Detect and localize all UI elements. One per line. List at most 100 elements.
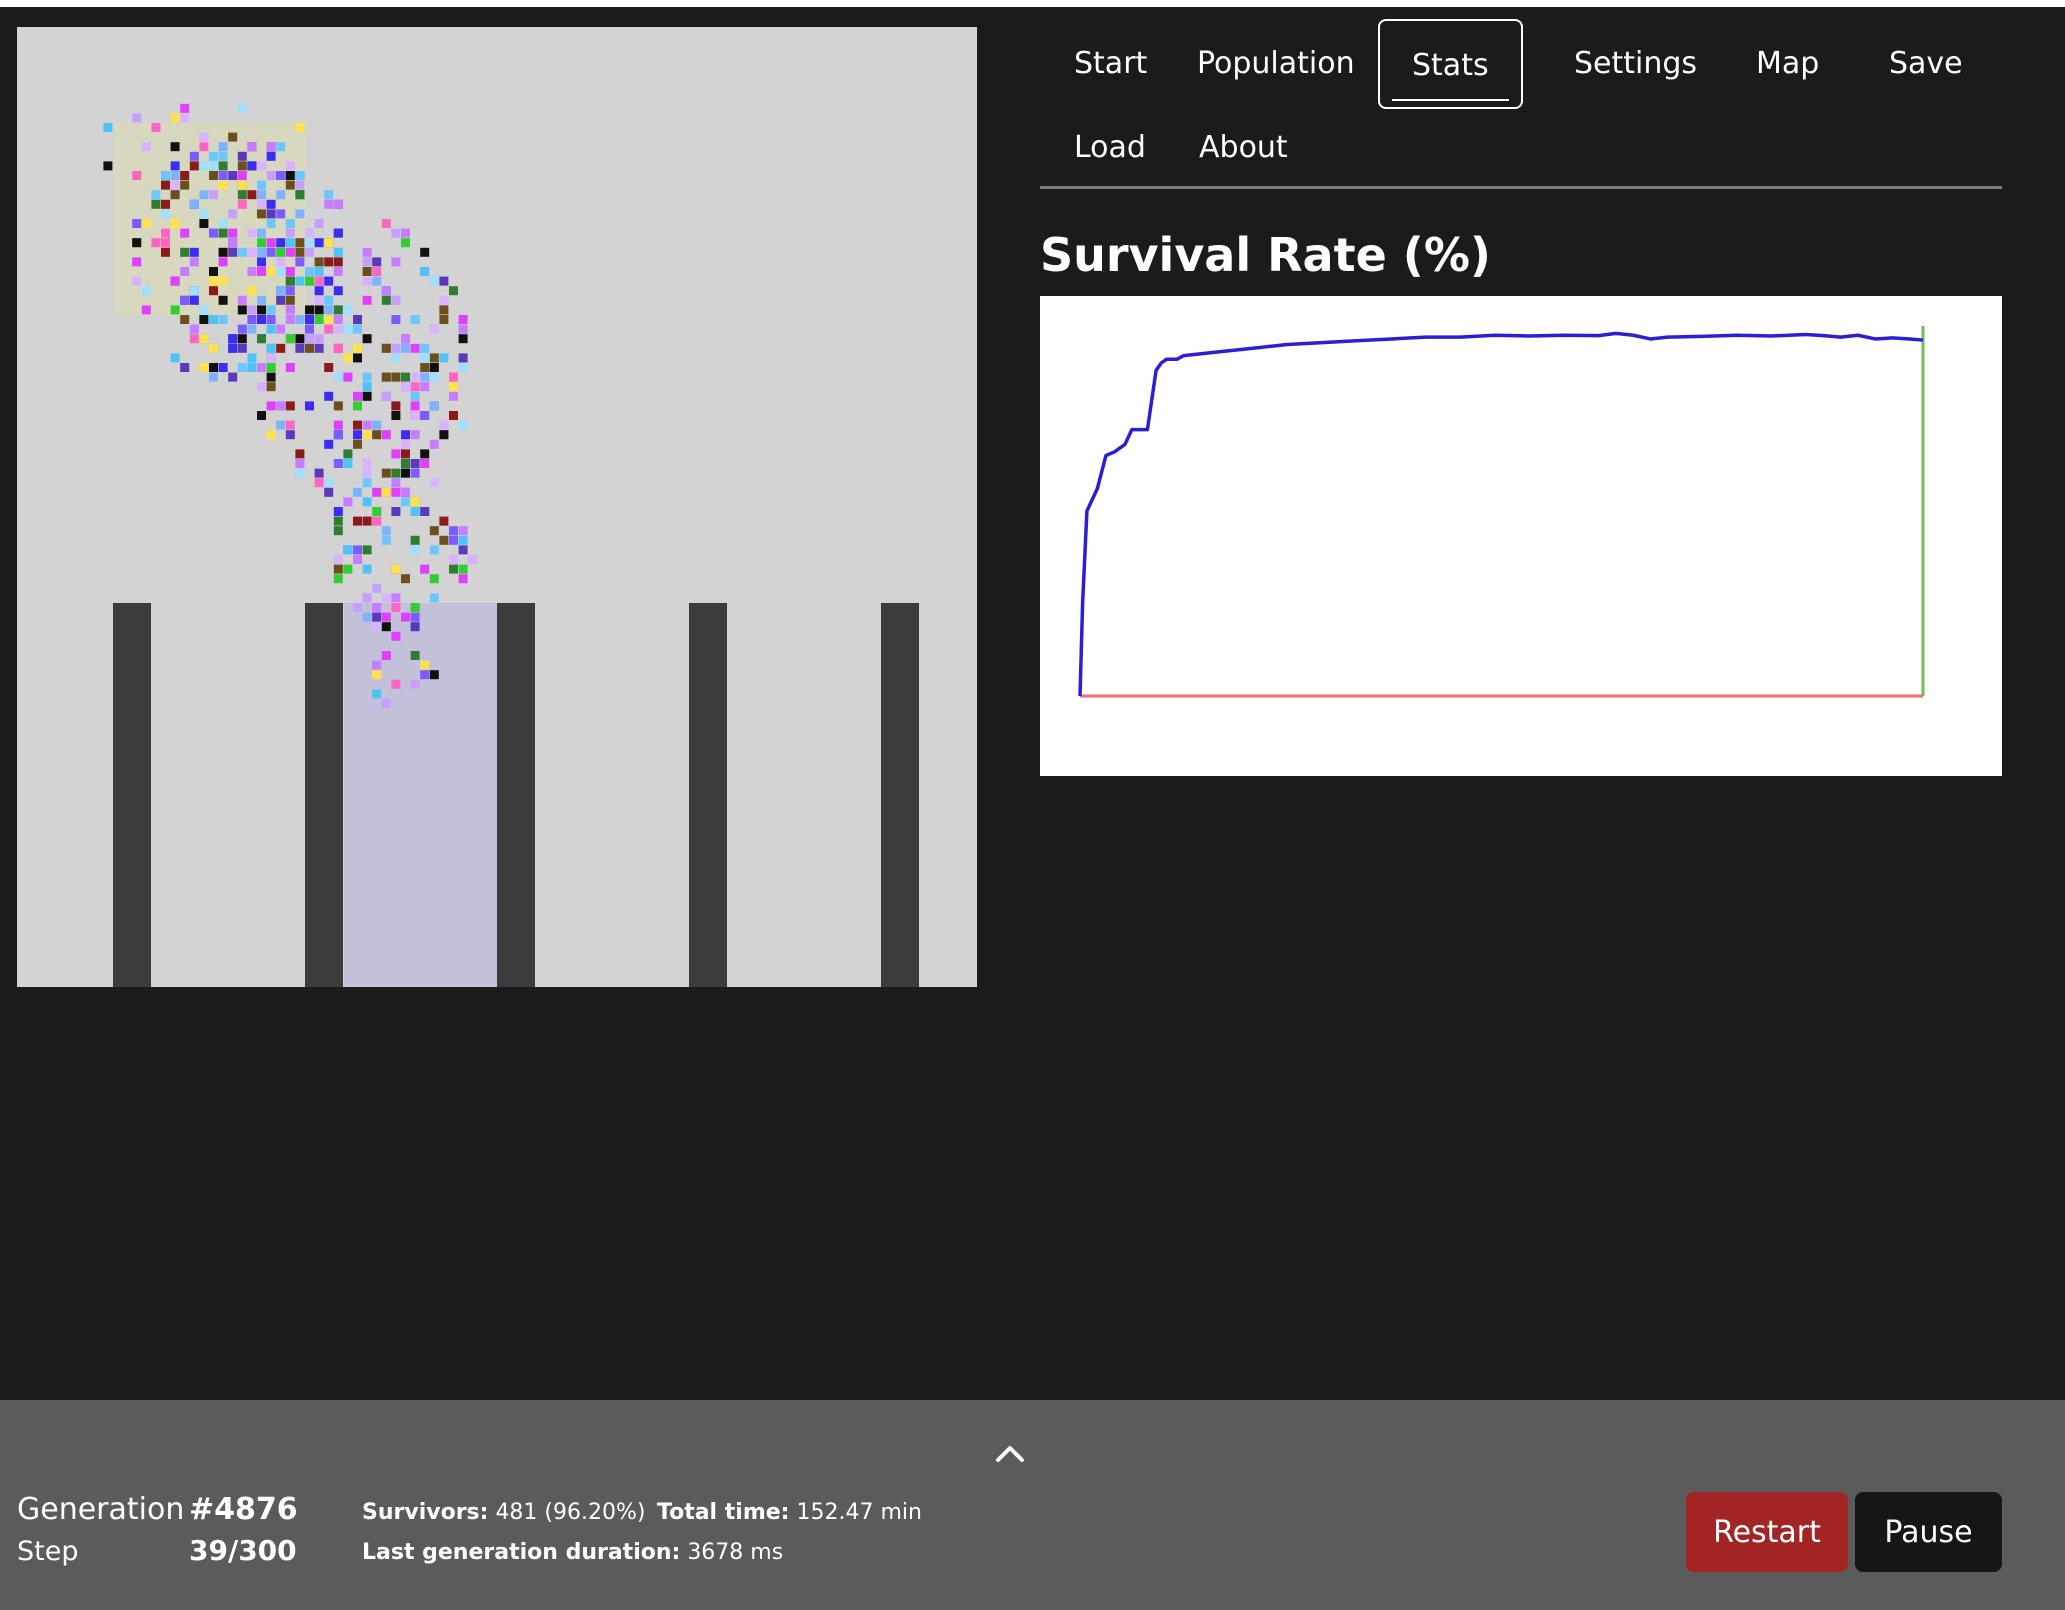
creature bbox=[439, 516, 449, 526]
creature bbox=[343, 449, 353, 459]
creature bbox=[161, 180, 170, 190]
creature bbox=[353, 487, 362, 497]
tab-population[interactable]: Population bbox=[1163, 19, 1389, 109]
creature bbox=[237, 103, 247, 113]
creature bbox=[170, 180, 180, 190]
creature bbox=[285, 363, 295, 372]
creature bbox=[324, 305, 334, 315]
creature bbox=[170, 353, 180, 363]
creature bbox=[228, 228, 238, 238]
tab-load[interactable]: Load bbox=[1040, 103, 1180, 193]
creature bbox=[285, 295, 295, 305]
creature bbox=[362, 382, 372, 392]
creature bbox=[324, 257, 334, 267]
creature bbox=[257, 295, 266, 305]
creature bbox=[141, 305, 151, 315]
creature bbox=[161, 199, 170, 209]
creature bbox=[276, 257, 286, 267]
tab-stats[interactable]: Stats bbox=[1378, 19, 1523, 109]
creature bbox=[285, 430, 295, 440]
creature bbox=[266, 267, 276, 276]
creature bbox=[410, 468, 420, 478]
simulation-world[interactable] bbox=[17, 27, 977, 987]
chevron-up-icon[interactable] bbox=[990, 1438, 1030, 1470]
window-top-edge bbox=[0, 0, 2065, 7]
creature bbox=[429, 276, 439, 286]
restart-button[interactable]: Restart bbox=[1686, 1492, 1848, 1572]
tab-start[interactable]: Start bbox=[1040, 19, 1181, 109]
creature bbox=[429, 593, 439, 603]
creature bbox=[209, 228, 218, 238]
creature bbox=[391, 257, 401, 267]
creature bbox=[209, 315, 218, 324]
creature bbox=[228, 247, 238, 257]
creature bbox=[449, 391, 458, 401]
creature bbox=[228, 171, 238, 180]
creature bbox=[305, 276, 314, 286]
creature bbox=[189, 247, 199, 257]
creature bbox=[180, 363, 190, 372]
creature bbox=[237, 190, 247, 200]
creature bbox=[401, 343, 410, 353]
creature bbox=[228, 343, 238, 353]
creature bbox=[439, 353, 449, 363]
creature bbox=[209, 286, 218, 296]
wall bbox=[497, 603, 535, 987]
creature bbox=[381, 372, 391, 382]
creature bbox=[420, 459, 430, 468]
creature bbox=[324, 391, 334, 401]
creature bbox=[410, 401, 420, 411]
creature bbox=[257, 190, 266, 200]
creature bbox=[247, 161, 257, 171]
step-label: Step bbox=[17, 1536, 79, 1567]
creature bbox=[439, 430, 449, 440]
creature bbox=[132, 238, 142, 248]
creature bbox=[439, 305, 449, 315]
creature bbox=[401, 382, 410, 392]
creature bbox=[372, 603, 382, 612]
creature bbox=[333, 401, 343, 411]
creature bbox=[180, 103, 190, 113]
creature bbox=[285, 286, 295, 296]
creature bbox=[285, 228, 295, 238]
creature bbox=[305, 238, 314, 248]
creature bbox=[170, 190, 180, 200]
creature bbox=[199, 132, 209, 142]
creature bbox=[276, 401, 286, 411]
goal-zone bbox=[344, 603, 518, 987]
creature bbox=[295, 123, 305, 132]
creature bbox=[257, 315, 266, 324]
creature bbox=[132, 219, 142, 228]
creature bbox=[372, 583, 382, 593]
creature bbox=[132, 257, 142, 267]
creature bbox=[353, 324, 362, 334]
creature bbox=[353, 516, 362, 526]
creature bbox=[132, 171, 142, 180]
tab-settings[interactable]: Settings bbox=[1540, 19, 1731, 109]
creature bbox=[333, 555, 343, 564]
creature bbox=[353, 343, 362, 353]
creature bbox=[420, 670, 430, 680]
creature bbox=[381, 593, 391, 603]
creature bbox=[343, 353, 353, 363]
creature bbox=[161, 238, 170, 248]
creature bbox=[237, 334, 247, 344]
last-gen-duration-stat: Last generation duration: 3678 ms bbox=[362, 1540, 783, 1565]
creature bbox=[401, 612, 410, 622]
creature bbox=[343, 305, 353, 315]
creature bbox=[257, 180, 266, 190]
creature bbox=[372, 660, 382, 670]
creature bbox=[209, 343, 218, 353]
creature bbox=[362, 430, 372, 440]
creature bbox=[391, 315, 401, 324]
pause-button[interactable]: Pause bbox=[1855, 1492, 2002, 1572]
creature bbox=[401, 497, 410, 507]
creature bbox=[266, 315, 276, 324]
tab-map[interactable]: Map bbox=[1722, 19, 1853, 109]
tab-about[interactable]: About bbox=[1165, 103, 1322, 193]
creature bbox=[429, 401, 439, 411]
creature bbox=[295, 276, 305, 286]
tab-divider bbox=[1040, 186, 2002, 189]
tab-save[interactable]: Save bbox=[1855, 19, 1997, 109]
creature bbox=[333, 305, 343, 315]
